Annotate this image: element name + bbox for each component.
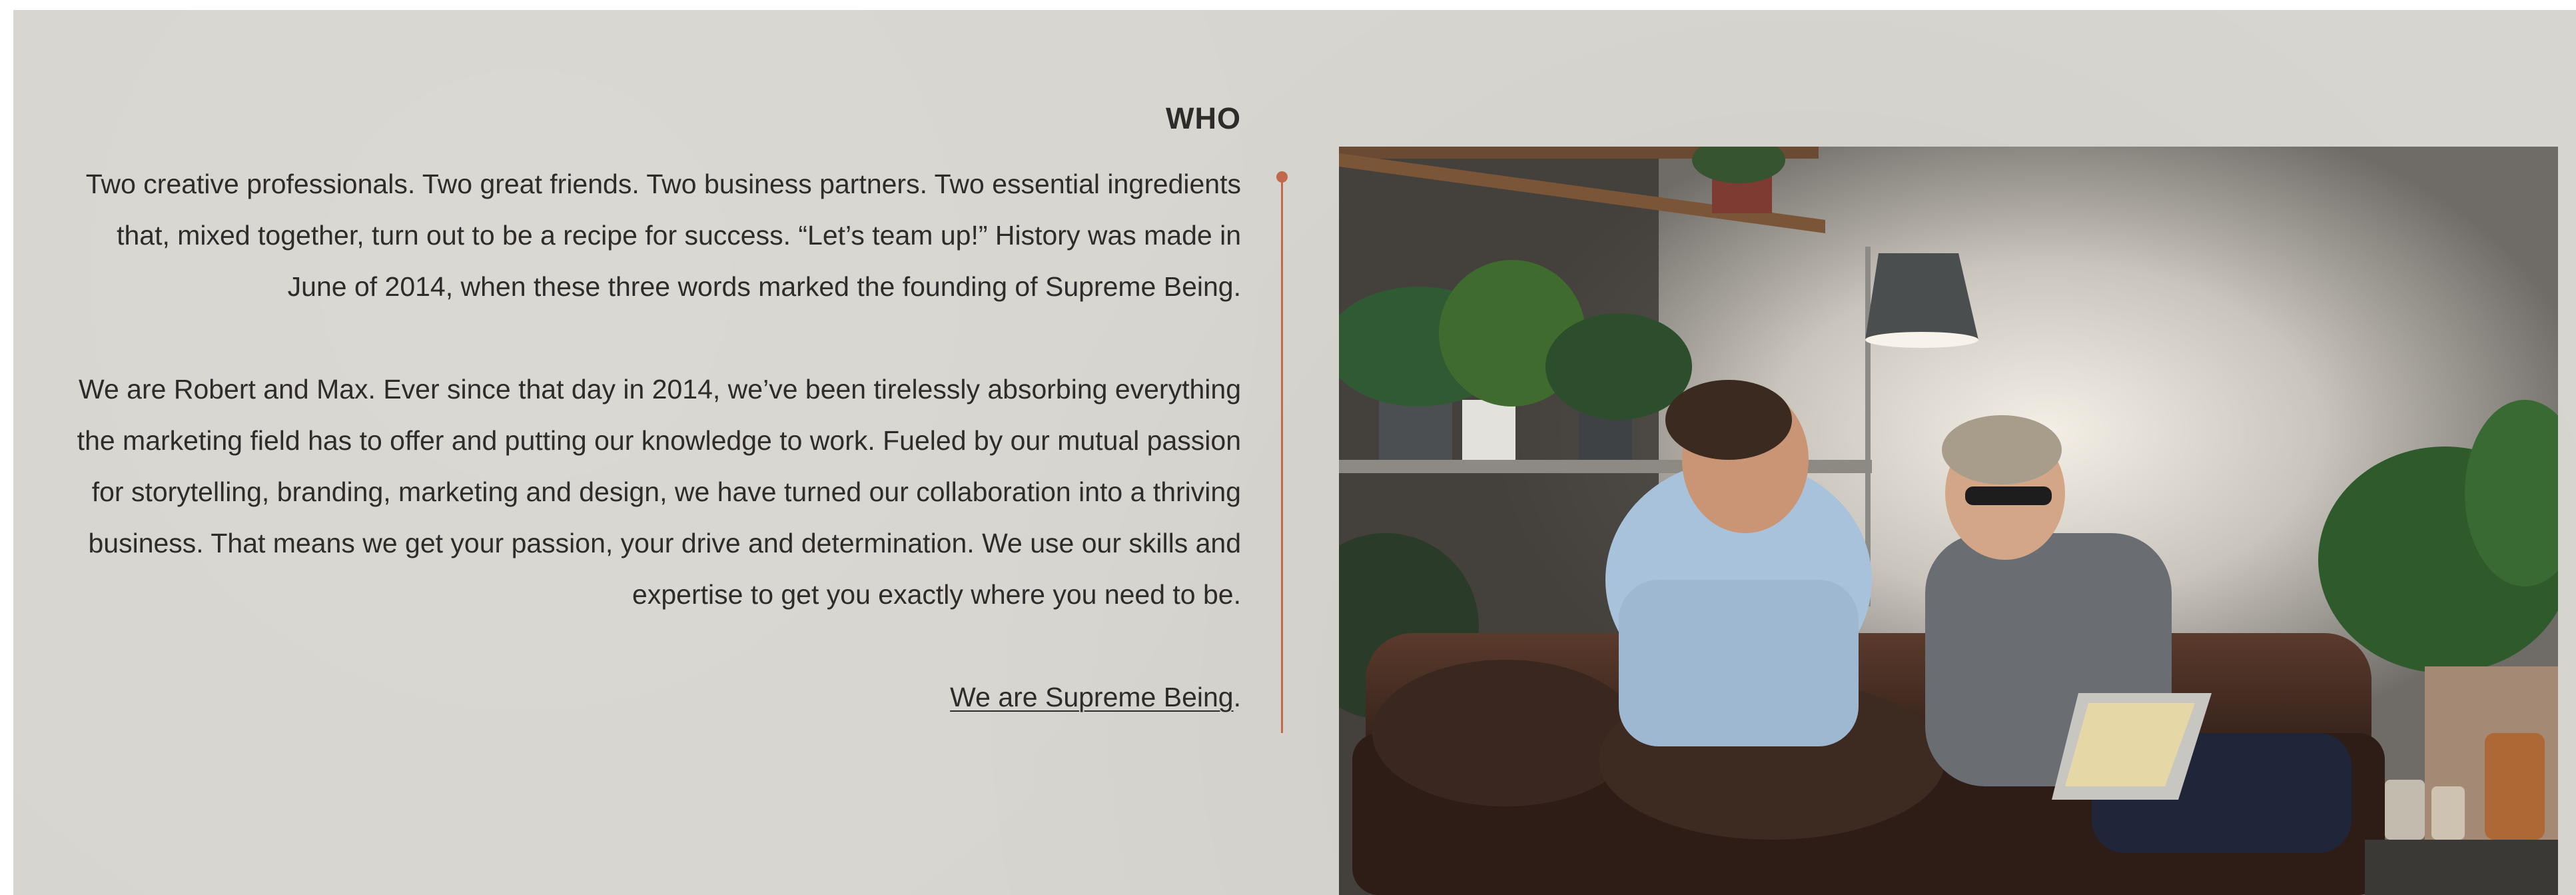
glasses xyxy=(1965,486,2052,505)
plant-pot xyxy=(1579,413,1632,460)
sofa-cushion xyxy=(1372,660,1639,806)
who-section: WHO Two creative professionals. Two grea… xyxy=(13,10,2576,895)
sign-off-period: . xyxy=(1233,682,1241,712)
accent-divider-line xyxy=(1281,177,1283,733)
sign-off: We are Supreme Being. xyxy=(53,672,1241,723)
who-text-column: WHO Two creative professionals. Two grea… xyxy=(53,103,1241,723)
lamp-bulb-glow xyxy=(1865,332,1978,348)
section-heading: WHO xyxy=(1166,101,1241,135)
person-left-hair xyxy=(1665,380,1792,460)
team-photo xyxy=(1339,147,2558,895)
lamp-shade xyxy=(1865,253,1978,340)
drinking-glass xyxy=(2431,786,2465,840)
coffee-table xyxy=(2365,840,2558,895)
team-photo-illustration xyxy=(1339,147,2558,895)
drinking-glass xyxy=(2385,780,2425,840)
person-right-hair xyxy=(1942,415,2062,484)
supreme-being-link[interactable]: We are Supreme Being xyxy=(950,682,1233,712)
intro-paragraph: Two creative professionals. Two great fr… xyxy=(85,169,1241,302)
plant-foliage xyxy=(1545,313,1692,420)
plant-pot xyxy=(1462,400,1515,460)
whiskey-decanter xyxy=(2485,733,2545,840)
person-left-body xyxy=(1619,580,1859,746)
about-paragraph: We are Robert and Max. Ever since that d… xyxy=(77,374,1241,610)
